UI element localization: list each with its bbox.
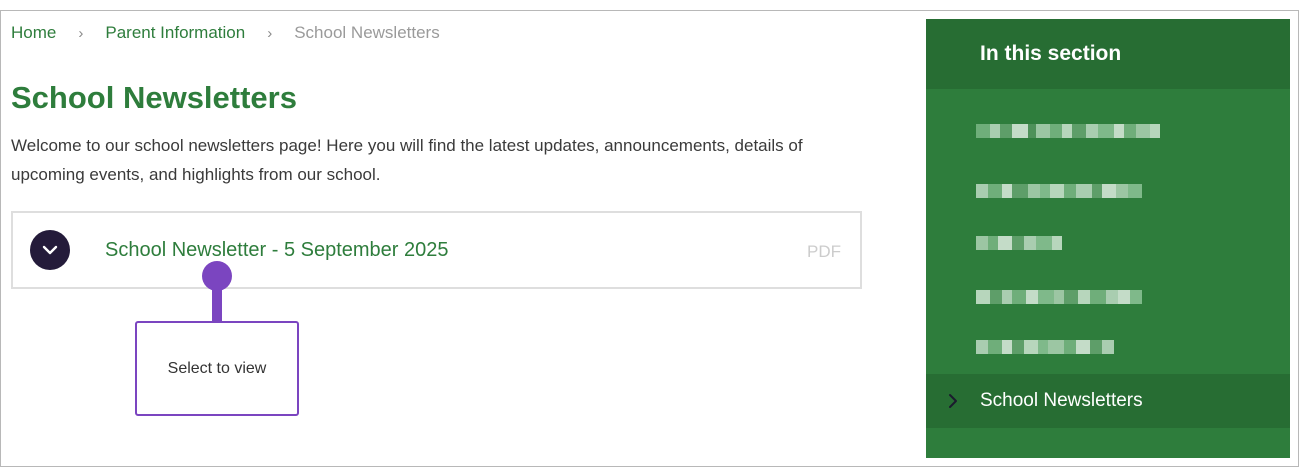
chevron-down-icon[interactable] [30, 230, 70, 270]
breadcrumb-home-link[interactable]: Home [11, 23, 56, 43]
redacted-text [976, 340, 1114, 354]
breadcrumb-current: School Newsletters [294, 23, 440, 42]
sidebar-item-redacted[interactable] [976, 340, 1114, 354]
tooltip-text: Select to view [167, 359, 267, 377]
sidebar-item-redacted[interactable] [976, 236, 1062, 250]
tooltip-callout: Select to view [135, 321, 299, 416]
breadcrumb-separator: › [78, 24, 84, 42]
sidebar-item-school-newsletters[interactable]: School Newsletters [926, 374, 1290, 428]
newsletter-title-link[interactable]: School Newsletter - 5 September 2025 [105, 239, 449, 262]
redacted-text [976, 236, 1062, 250]
sidebar-item-label: School Newsletters [980, 390, 1143, 411]
breadcrumb: Home › Parent Information › School Newsl… [11, 23, 440, 43]
redacted-text [976, 290, 1142, 304]
intro-text: Welcome to our school newsletters page! … [11, 136, 803, 184]
annotation-pin-stem [212, 289, 222, 322]
annotation-pin-dot [202, 261, 232, 291]
breadcrumb-parent-link[interactable]: Parent Information [105, 23, 245, 43]
redacted-text [976, 184, 1142, 198]
newsletter-accordion-item[interactable]: School Newsletter - 5 September 2025 PDF [11, 211, 862, 289]
chevron-right-icon [926, 393, 980, 409]
page-title: School Newsletters [11, 80, 297, 115]
sidebar: In this section School Newsletters [926, 19, 1290, 458]
sidebar-item-redacted[interactable] [976, 124, 1160, 138]
redacted-text [976, 124, 1160, 138]
file-type-label: PDF [807, 242, 841, 261]
sidebar-item-redacted[interactable] [976, 290, 1142, 304]
sidebar-heading: In this section [926, 19, 1290, 89]
sidebar-item-redacted[interactable] [976, 184, 1142, 198]
breadcrumb-separator: › [267, 24, 273, 42]
